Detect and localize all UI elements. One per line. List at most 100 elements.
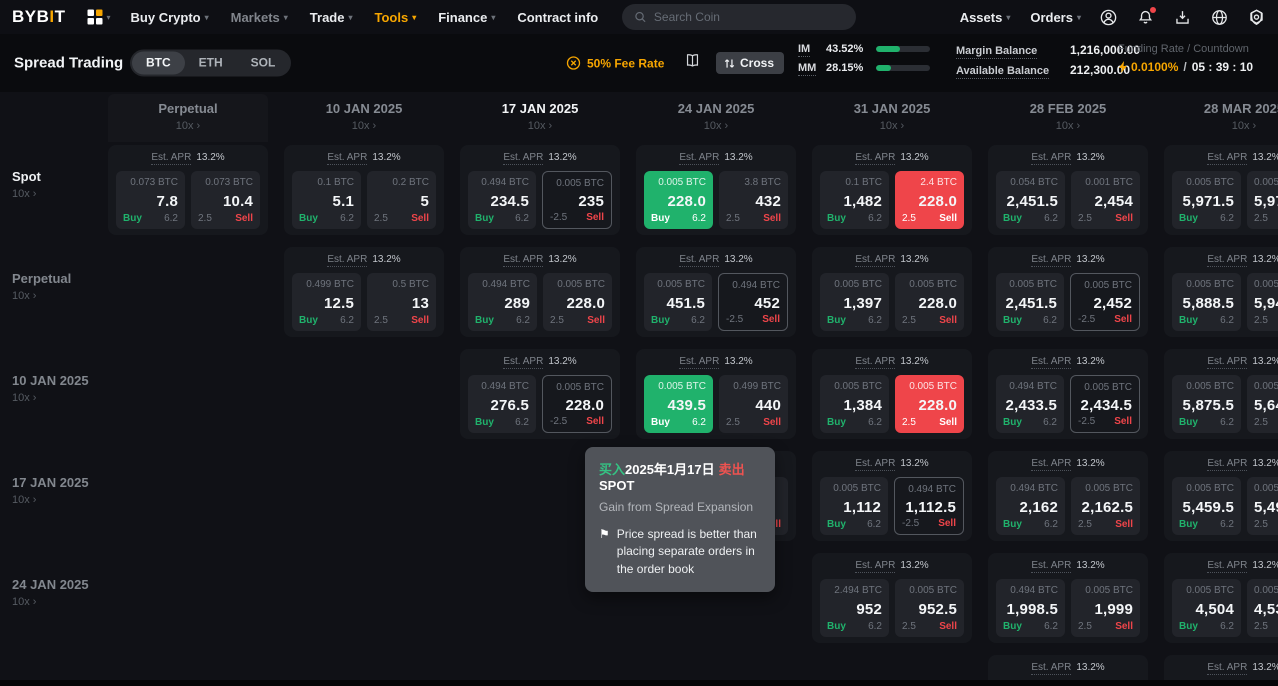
sell-price-box[interactable]: 0.494 BTC1,112.5-2.5Sell xyxy=(894,477,964,535)
sell-price-box[interactable]: 0.005 BTC2,162.52.5Sell xyxy=(1071,477,1140,535)
mm-label[interactable]: MM xyxy=(798,62,826,74)
column-header-28-mar-2025[interactable]: 28 MAR 202510x› xyxy=(1164,94,1278,142)
buy-price-box[interactable]: 0.494 BTC1,998.5Buy6.2 xyxy=(996,579,1065,637)
buy-price-box[interactable]: 0.054 BTC2,451.5Buy6.2 xyxy=(996,171,1065,229)
est-apr-label[interactable]: Est. APR xyxy=(503,152,543,165)
im-label[interactable]: IM xyxy=(798,43,826,55)
est-apr-label[interactable]: Est. APR xyxy=(1207,152,1247,165)
nav-item-assets[interactable]: Assets▾ xyxy=(960,10,1011,25)
sell-price-box[interactable]: 0.0055,492.5Sell xyxy=(1247,477,1278,535)
buy-price-box[interactable]: 0.005 BTC5,888.5Buy6.2 xyxy=(1172,273,1241,331)
buy-price-box[interactable]: 0.494 BTC289Buy6.2 xyxy=(468,273,537,331)
sell-price-box[interactable]: 0.005 BTC228.02.5Sell xyxy=(895,273,964,331)
est-apr-label[interactable]: Est. APR xyxy=(855,254,895,267)
column-header-10-jan-2025[interactable]: 10 JAN 202510x› xyxy=(284,94,444,142)
sell-price-box[interactable]: 0.0054,532.5Sell xyxy=(1247,579,1278,637)
buy-price-box[interactable]: 2.494 BTC952Buy6.2 xyxy=(820,579,889,637)
apps-grid-icon[interactable]: ▾ xyxy=(86,8,111,26)
est-apr-label[interactable]: Est. APR xyxy=(855,458,895,471)
nav-item-contract-info[interactable]: Contract info xyxy=(517,10,598,25)
sell-price-box[interactable]: 0.005 BTC228.02.5Sell xyxy=(543,273,612,331)
row-header-17-jan-2025[interactable]: 17 JAN 202510x› xyxy=(12,475,89,506)
est-apr-label[interactable]: Est. APR xyxy=(1207,254,1247,267)
column-leverage-link[interactable]: 10x› xyxy=(636,120,796,132)
buy-price-box[interactable]: 0.005 BTC228.0Buy6.2 xyxy=(644,171,713,229)
row-leverage-link[interactable]: 10x› xyxy=(12,494,89,506)
buy-price-box[interactable]: 0.005 BTC1,112Buy6.2 xyxy=(820,477,888,535)
buy-price-box[interactable]: 0.1 BTC1,482Buy6.2 xyxy=(820,171,889,229)
est-apr-label[interactable]: Est. APR xyxy=(679,152,719,165)
est-apr-label[interactable]: Est. APR xyxy=(679,356,719,369)
column-leverage-link[interactable]: 10x› xyxy=(1164,120,1278,132)
nav-item-buy-crypto[interactable]: Buy Crypto▾ xyxy=(131,10,209,25)
est-apr-label[interactable]: Est. APR xyxy=(855,356,895,369)
est-apr-label[interactable]: Est. APR xyxy=(855,560,895,573)
sell-price-box[interactable]: 0.005 BTC228.02.5Sell xyxy=(895,375,964,433)
nav-item-orders[interactable]: Orders▾ xyxy=(1030,10,1081,25)
buy-price-box[interactable]: 0.005 BTC4,504Buy6.2 xyxy=(1172,579,1241,637)
search-coin[interactable] xyxy=(622,4,856,30)
buy-price-box[interactable]: 0.005 BTC5,875.5Buy6.2 xyxy=(1172,375,1241,433)
nav-item-tools[interactable]: Tools▾ xyxy=(374,10,416,25)
buy-price-box[interactable]: 0.005 BTC5,971.5Buy6.2 xyxy=(1172,171,1241,229)
column-leverage-link[interactable]: 10x› xyxy=(812,120,972,132)
available-balance-label[interactable]: Available Balance xyxy=(956,65,1070,77)
est-apr-label[interactable]: Est. APR xyxy=(1207,458,1247,471)
row-header-24-jan-2025[interactable]: 24 JAN 202510x› xyxy=(12,577,89,608)
sell-price-box[interactable]: 0.0055,642.5Sell xyxy=(1247,375,1278,433)
est-apr-label[interactable]: Est. APR xyxy=(679,254,719,267)
coin-tab-btc[interactable]: BTC xyxy=(132,52,185,75)
sell-price-box[interactable]: 0.073 BTC10.42.5Sell xyxy=(191,171,260,229)
buy-price-box[interactable]: 0.499 BTC12.5Buy6.2 xyxy=(292,273,361,331)
coin-tab-eth[interactable]: ETH xyxy=(185,52,237,75)
column-header-perpetual[interactable]: Perpetual10x› xyxy=(108,94,268,142)
est-apr-label[interactable]: Est. APR xyxy=(1031,254,1071,267)
sell-price-box[interactable]: 0.499 BTC4402.5Sell xyxy=(719,375,788,433)
sell-price-box[interactable]: 0.005 BTC228.0-2.5Sell xyxy=(542,375,612,433)
nav-item-markets[interactable]: Markets▾ xyxy=(231,10,288,25)
buy-price-box[interactable]: 0.005 BTC2,451.5Buy6.2 xyxy=(996,273,1064,331)
est-apr-label[interactable]: Est. APR xyxy=(1031,152,1071,165)
download-app-icon[interactable] xyxy=(1173,8,1192,27)
buy-price-box[interactable]: 0.1 BTC5.1Buy6.2 xyxy=(292,171,361,229)
row-header-10-jan-2025[interactable]: 10 JAN 202510x› xyxy=(12,373,89,404)
profile-icon[interactable] xyxy=(1099,8,1118,27)
sell-price-box[interactable]: 0.005 BTC2,434.5-2.5Sell xyxy=(1070,375,1140,433)
buy-price-box[interactable]: 0.005 BTC1,384Buy6.2 xyxy=(820,375,889,433)
est-apr-label[interactable]: Est. APR xyxy=(1207,356,1247,369)
sell-price-box[interactable]: 0.005 BTC952.52.5Sell xyxy=(895,579,964,637)
row-header-perpetual[interactable]: Perpetual10x› xyxy=(12,271,71,302)
sell-price-box[interactable]: 0.494 BTC452-2.5Sell xyxy=(718,273,788,331)
buy-price-box[interactable]: 0.494 BTC2,433.5Buy6.2 xyxy=(996,375,1064,433)
column-header-31-jan-2025[interactable]: 31 JAN 202510x› xyxy=(812,94,972,142)
row-leverage-link[interactable]: 10x› xyxy=(12,596,89,608)
bybit-logo[interactable]: BYBIT xyxy=(12,7,66,27)
sell-price-box[interactable]: 0.0055,942.5Sell xyxy=(1247,273,1278,331)
sell-price-box[interactable]: 2.4 BTC228.02.5Sell xyxy=(895,171,964,229)
nav-item-trade[interactable]: Trade▾ xyxy=(310,10,353,25)
est-apr-label[interactable]: Est. APR xyxy=(1031,662,1071,675)
buy-price-box[interactable]: 0.005 BTC1,397Buy6.2 xyxy=(820,273,889,331)
cross-margin-button[interactable]: Cross xyxy=(716,52,784,74)
sell-price-box[interactable]: 0.005 BTC1,9992.5Sell xyxy=(1071,579,1140,637)
row-leverage-link[interactable]: 10x› xyxy=(12,188,41,200)
buy-price-box[interactable]: 0.494 BTC2,162Buy6.2 xyxy=(996,477,1065,535)
sell-price-box[interactable]: 3.8 BTC4322.5Sell xyxy=(719,171,788,229)
est-apr-label[interactable]: Est. APR xyxy=(327,254,367,267)
est-apr-label[interactable]: Est. APR xyxy=(1207,662,1247,675)
est-apr-label[interactable]: Est. APR xyxy=(1031,356,1071,369)
column-header-28-feb-2025[interactable]: 28 FEB 202510x› xyxy=(988,94,1148,142)
margin-balance-label[interactable]: Margin Balance xyxy=(956,45,1070,57)
column-leverage-link[interactable]: 10x› xyxy=(284,120,444,132)
search-input[interactable] xyxy=(654,10,844,24)
column-header-24-jan-2025[interactable]: 24 JAN 202510x› xyxy=(636,94,796,142)
row-header-spot[interactable]: Spot10x› xyxy=(12,169,41,200)
row-leverage-link[interactable]: 10x› xyxy=(12,392,89,404)
buy-price-box[interactable]: 0.073 BTC7.8Buy6.2 xyxy=(116,171,185,229)
column-leverage-link[interactable]: 10x› xyxy=(108,120,268,132)
buy-price-box[interactable]: 0.494 BTC276.5Buy6.2 xyxy=(468,375,536,433)
sell-price-box[interactable]: 0.005 BTC235-2.5Sell xyxy=(542,171,612,229)
horizontal-scrollbar[interactable] xyxy=(0,680,1278,686)
buy-price-box[interactable]: 0.494 BTC234.5Buy6.2 xyxy=(468,171,536,229)
sell-price-box[interactable]: 0.0055,972.5Sell xyxy=(1247,171,1278,229)
